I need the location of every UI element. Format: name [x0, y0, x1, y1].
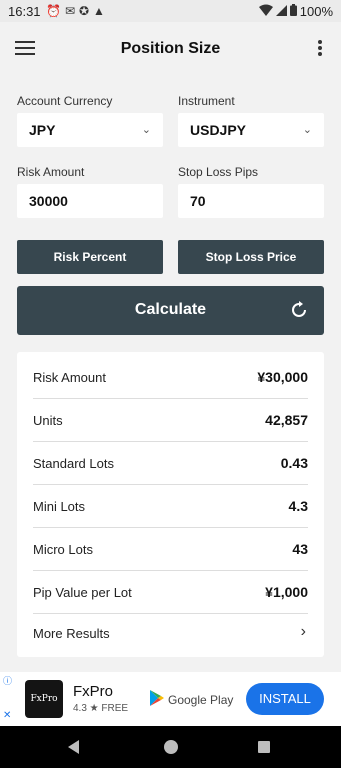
risk-amount-label: Risk Amount	[17, 165, 85, 179]
ad-logo: FxPro	[25, 680, 63, 718]
chevron-right-icon: ›	[300, 623, 306, 640]
chevron-down-icon: ⌄	[302, 124, 312, 136]
wifi-icon	[258, 4, 273, 19]
instrument-label: Instrument	[178, 94, 235, 108]
google-play-label: Google Play	[168, 692, 234, 707]
stop-loss-pips-input[interactable]: 70	[178, 184, 324, 218]
install-button[interactable]: INSTALL	[246, 683, 324, 715]
ad-app-name: FxPro	[73, 683, 114, 700]
recent-apps-icon[interactable]	[258, 741, 270, 753]
ad-rating: 4.3 ★ FREE	[73, 703, 129, 714]
status-bar: 16:31 ⏰✉✪▲ 100%	[0, 0, 341, 22]
chevron-down-icon: ⌄	[141, 124, 151, 136]
page-title: Position Size	[120, 40, 221, 57]
result-label: Pip Value per Lot	[33, 585, 132, 600]
battery-icon	[289, 4, 297, 19]
account-currency-label: Account Currency	[17, 94, 113, 108]
result-value: ¥1,000	[265, 584, 308, 600]
account-currency-value: JPY	[29, 122, 56, 138]
calculate-label: Calculate	[134, 301, 207, 318]
result-label: Units	[33, 413, 63, 428]
risk-percent-button[interactable]: Risk Percent	[17, 240, 163, 274]
result-row-micro-lots: Micro Lots 43	[33, 529, 308, 571]
result-value: ¥30,000	[257, 369, 308, 385]
stop-loss-pips-label: Stop Loss Pips	[178, 165, 259, 179]
more-results-label: More Results	[33, 626, 110, 641]
battery-level: 100%	[299, 4, 333, 19]
result-row-pip-value: Pip Value per Lot ¥1,000	[33, 572, 308, 614]
app-bar: Position Size	[0, 22, 341, 76]
calculate-button[interactable]: Calculate	[17, 286, 324, 335]
ad-banner[interactable]: ⓘ ✕ FxPro FxPro 4.3 ★ FREE Google Play I…	[0, 672, 341, 726]
ad-info-icon[interactable]: ⓘ	[3, 674, 12, 687]
risk-amount-input[interactable]: 30000	[17, 184, 163, 218]
result-label: Risk Amount	[33, 370, 106, 385]
home-icon[interactable]	[164, 740, 178, 754]
results-card: Risk Amount ¥30,000 Units 42,857 Standar…	[17, 352, 324, 657]
status-right: 100%	[258, 4, 333, 19]
result-row-mini-lots: Mini Lots 4.3	[33, 486, 308, 528]
stop-loss-price-button[interactable]: Stop Loss Price	[178, 240, 324, 274]
system-nav-bar	[0, 726, 341, 768]
refresh-icon	[290, 301, 308, 319]
signal-icon	[275, 4, 287, 19]
ad-close-icon[interactable]: ✕	[3, 710, 11, 721]
result-value: 43	[292, 541, 308, 557]
ad-logo-text: FxPro	[30, 694, 58, 704]
more-vert-icon[interactable]	[317, 40, 323, 58]
result-label: Mini Lots	[33, 499, 86, 514]
google-play-badge: Google Play	[150, 690, 233, 709]
notification-icons: ⏰✉✪▲	[46, 4, 109, 18]
account-currency-select[interactable]: JPY ⌄	[17, 113, 163, 147]
result-value: 0.43	[280, 455, 308, 471]
result-row-risk-amount: Risk Amount ¥30,000	[33, 357, 308, 399]
result-label: Micro Lots	[33, 542, 93, 557]
instrument-select[interactable]: USDJPY ⌄	[178, 113, 324, 147]
result-value: 4.3	[288, 498, 308, 514]
result-row-standard-lots: Standard Lots 0.43	[33, 443, 308, 485]
status-time: 16:31	[8, 4, 41, 19]
more-results-button[interactable]: More Results ›	[33, 614, 308, 654]
back-icon[interactable]	[68, 740, 79, 754]
google-play-icon	[150, 690, 164, 709]
instrument-value: USDJPY	[190, 122, 247, 138]
result-row-units: Units 42,857	[33, 400, 308, 442]
result-label: Standard Lots	[33, 456, 114, 471]
result-value: 42,857	[265, 412, 308, 428]
